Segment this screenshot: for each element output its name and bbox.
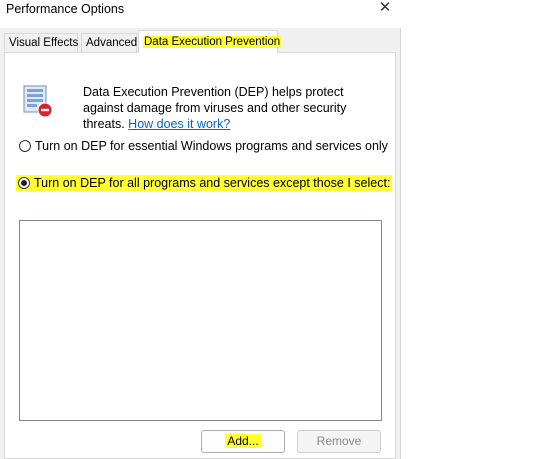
- tab-label: Data Execution Prevention: [143, 36, 282, 48]
- title-bar: Performance Options ✕: [0, 0, 401, 28]
- window-title: Performance Options: [6, 2, 125, 16]
- tab-visual-effects[interactable]: Visual Effects: [4, 33, 78, 52]
- add-button[interactable]: Add...: [201, 430, 285, 453]
- close-icon[interactable]: ✕: [375, 0, 395, 20]
- dep-description: Data Execution Prevention (DEP) helps pr…: [83, 84, 373, 132]
- tab-advanced[interactable]: Advanced: [81, 33, 137, 52]
- remove-button[interactable]: Remove: [297, 430, 381, 453]
- radio-all-except-highlight: Turn on DEP for all programs and service…: [16, 175, 393, 191]
- dep-shield-icon: [23, 85, 53, 118]
- radio-all-except-selected[interactable]: Turn on DEP for all programs and service…: [16, 175, 393, 191]
- radio-all-except-selected-label: Turn on DEP for all programs and service…: [34, 176, 391, 190]
- tab-label: Visual Effects: [9, 37, 79, 49]
- tab-data-execution-prevention[interactable]: Data Execution Prevention: [138, 30, 282, 53]
- radio-essential-only[interactable]: Turn on DEP for essential Windows progra…: [19, 138, 388, 154]
- exception-program-list[interactable]: [19, 220, 382, 421]
- how-does-it-work-link[interactable]: How does it work?: [128, 117, 230, 131]
- radio-all-except-selected-button[interactable]: [18, 177, 30, 189]
- dep-panel: Data Execution Prevention (DEP) helps pr…: [4, 52, 396, 459]
- tab-label: Advanced: [86, 37, 138, 49]
- add-button-label: Add...: [225, 434, 261, 448]
- radio-essential-only-label: Turn on DEP for essential Windows progra…: [35, 139, 388, 153]
- radio-essential-only-button[interactable]: [19, 140, 31, 152]
- performance-options-window: Performance Options ✕ Visual Effects Adv…: [0, 0, 401, 459]
- remove-button-label: Remove: [316, 434, 362, 448]
